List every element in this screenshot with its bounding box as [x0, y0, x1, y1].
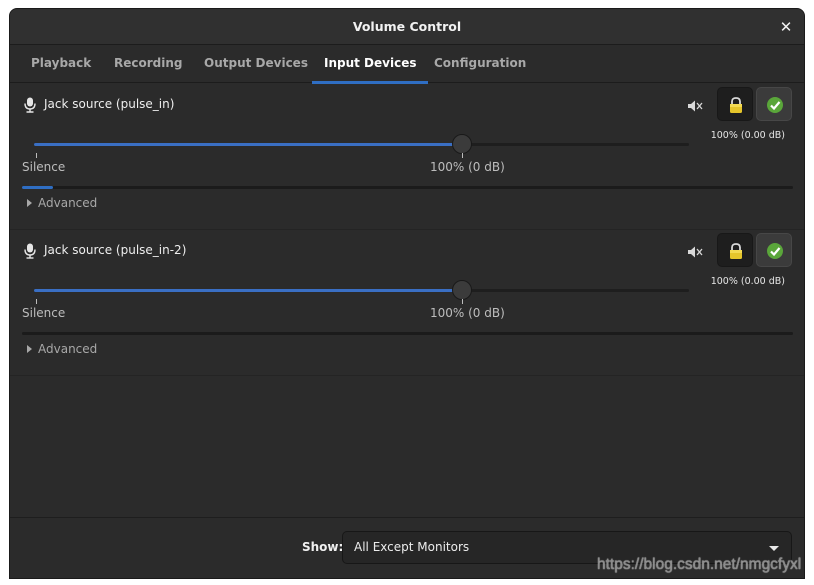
tab-playback[interactable]: Playback: [19, 46, 103, 83]
advanced-label: Advanced: [38, 196, 98, 210]
volume-slider[interactable]: [34, 134, 689, 154]
advanced-label: Advanced: [38, 342, 98, 356]
slider-tick-100: [462, 153, 463, 158]
silence-mark-label: Silence: [22, 160, 66, 174]
volume-slider[interactable]: [34, 280, 689, 300]
normal-volume-mark-label: 100% (0 dB): [430, 160, 505, 174]
watermark-text: https://blog.csdn.net/nmgcfyxl: [597, 556, 802, 573]
volume-slider-fill: [34, 143, 462, 146]
device-name: Jack source (pulse_in): [44, 97, 175, 111]
advanced-expander[interactable]: Advanced: [27, 342, 97, 356]
lock-icon: [730, 97, 742, 113]
peak-level-meter: [22, 186, 793, 189]
chevron-down-icon: [769, 546, 779, 551]
normal-volume-mark-label: 100% (0 dB): [430, 306, 505, 320]
show-label: Show:: [302, 540, 344, 554]
lock-icon: [730, 243, 742, 259]
microphone-icon: [24, 97, 36, 113]
device-row: Jack source (pulse_in-2) 100% (0.00 dB): [10, 230, 804, 376]
checkmark-icon: [767, 97, 783, 113]
volume-db-label: 100% (0.00 dB): [710, 276, 785, 287]
slider-tick-100: [462, 299, 463, 304]
tab-recording[interactable]: Recording: [102, 46, 195, 83]
tab-output-devices[interactable]: Output Devices: [192, 46, 320, 83]
slider-tick-silence: [36, 299, 37, 304]
silence-mark-label: Silence: [22, 306, 66, 320]
expander-arrow-icon: [27, 199, 32, 207]
tab-bar: Playback Recording Output Devices Input …: [10, 46, 804, 84]
window-title: Volume Control: [352, 19, 462, 34]
title-bar: Volume Control ✕: [10, 9, 804, 45]
microphone-icon: [24, 243, 36, 259]
device-name: Jack source (pulse_in-2): [44, 243, 187, 257]
volume-slider-fill: [34, 289, 462, 292]
speaker-muted-icon[interactable]: [687, 99, 705, 113]
set-default-button[interactable]: [756, 233, 792, 267]
volume-slider-handle[interactable]: [452, 280, 472, 300]
slider-tick-silence: [36, 153, 37, 158]
show-filter-value: All Except Monitors: [354, 540, 470, 554]
speaker-muted-icon[interactable]: [687, 245, 705, 259]
tab-configuration[interactable]: Configuration: [422, 46, 538, 83]
checkmark-icon: [767, 243, 783, 259]
volume-control-window: Volume Control ✕ Playback Recording Outp…: [9, 8, 805, 579]
advanced-expander[interactable]: Advanced: [27, 196, 97, 210]
volume-slider-handle[interactable]: [452, 134, 472, 154]
close-icon[interactable]: ✕: [776, 17, 796, 37]
device-row: Jack source (pulse_in) 100% (0.00 dB) Si: [10, 84, 804, 230]
expander-arrow-icon: [27, 345, 32, 353]
lock-channels-button[interactable]: [717, 87, 753, 121]
peak-level-meter: [22, 332, 793, 335]
tab-input-devices[interactable]: Input Devices: [312, 46, 429, 84]
set-default-button[interactable]: [756, 87, 792, 121]
lock-channels-button[interactable]: [717, 233, 753, 267]
peak-level-fill: [22, 186, 53, 189]
volume-db-label: 100% (0.00 dB): [710, 130, 785, 141]
